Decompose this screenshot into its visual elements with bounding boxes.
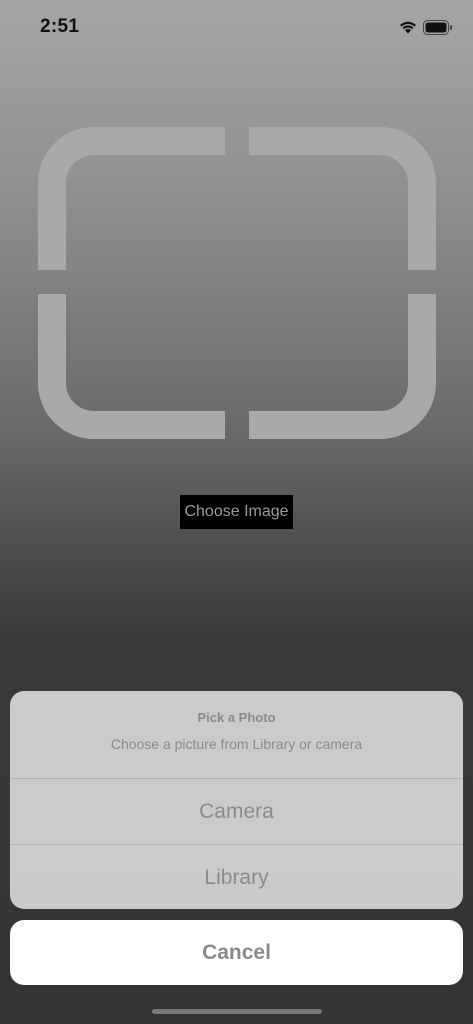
action-sheet: Pick a Photo Choose a picture from Libra… xyxy=(10,691,463,909)
battery-icon xyxy=(423,20,452,35)
action-sheet-message: Choose a picture from Library or camera xyxy=(110,736,363,752)
action-sheet-header: Pick a Photo Choose a picture from Libra… xyxy=(10,691,463,779)
home-indicator[interactable] xyxy=(152,1009,322,1014)
cancel-button[interactable]: Cancel xyxy=(10,920,463,985)
wifi-icon xyxy=(400,21,416,34)
camera-option[interactable]: Camera xyxy=(10,779,463,845)
status-time: 2:51 xyxy=(40,16,80,37)
choose-image-button[interactable]: Choose Image xyxy=(180,495,293,529)
image-frame-icon xyxy=(38,127,436,439)
action-sheet-title: Pick a Photo xyxy=(197,710,276,725)
status-bar: 2:51 xyxy=(0,0,473,56)
library-option[interactable]: Library xyxy=(10,845,463,909)
